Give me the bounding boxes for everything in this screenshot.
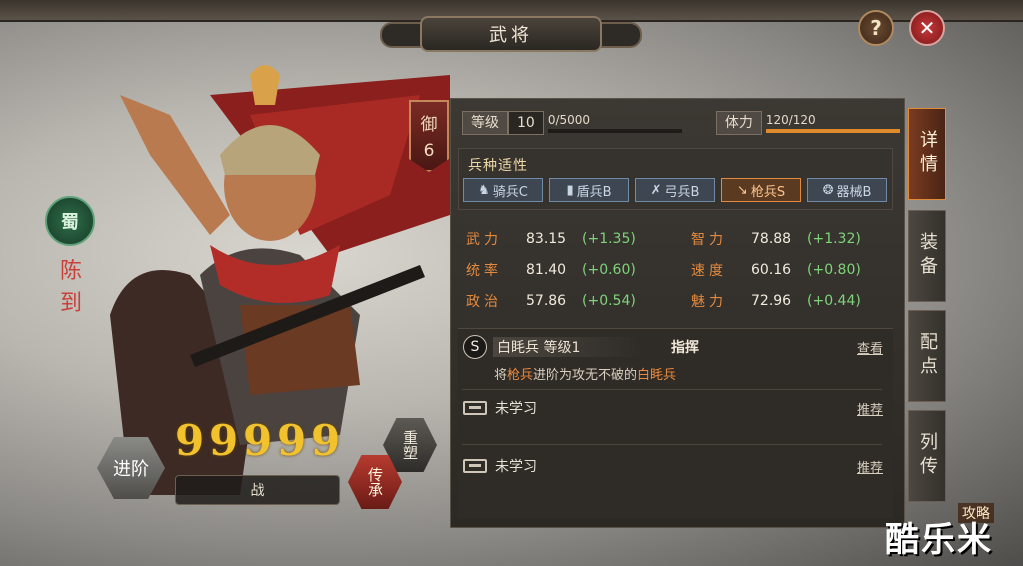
attr-name: 武力 bbox=[466, 232, 502, 248]
skill-slot-1[interactable]: 未学习 推荐 bbox=[463, 396, 883, 420]
title-plate: 武将 bbox=[380, 14, 642, 54]
troop-chip-label: 弓兵B bbox=[664, 184, 700, 200]
level-label: 等级 bbox=[462, 111, 508, 135]
troop-chip-cavalry[interactable]: ♞ 骑兵C bbox=[463, 178, 543, 202]
skill-description: 将枪兵进阶为攻无不破的白眊兵 bbox=[494, 364, 676, 383]
troop-chip-machine[interactable]: ❂ 器械B bbox=[807, 178, 887, 202]
recommend-link[interactable]: 推荐 bbox=[857, 399, 883, 418]
game-screen: 武将 ? ✕ 蜀 陈到 御 6 9 9 9 9 9 进阶 战 重塑 传承 等级 … bbox=[0, 0, 1023, 566]
stamina-label: 体力 bbox=[715, 111, 762, 135]
attr-force: 武力 83.15 (+1.35) bbox=[466, 227, 652, 251]
desc-highlight: 白眊兵 bbox=[637, 368, 677, 383]
watermark: 酷乐米 bbox=[885, 520, 993, 560]
page-title: 武将 bbox=[420, 16, 602, 52]
attr-name: 魅力 bbox=[691, 294, 727, 310]
attr-bonus: (+0.54) bbox=[582, 293, 636, 309]
star-icon: 9 bbox=[311, 416, 341, 465]
empty-slot-icon bbox=[463, 401, 487, 415]
battle-label: 战 bbox=[175, 475, 340, 505]
troop-badge-label: 御 bbox=[420, 115, 438, 135]
troop-chip-bow[interactable]: ✗ 弓兵B bbox=[635, 178, 715, 202]
attr-value: 78.88 bbox=[751, 231, 792, 247]
attr-charm: 魅力 72.96 (+0.44) bbox=[691, 289, 877, 313]
spear-icon: ↘ bbox=[736, 182, 748, 198]
troop-chip-spear[interactable]: ↘ 枪兵S bbox=[721, 178, 801, 202]
desc-text: 进阶为攻无不破的 bbox=[533, 368, 638, 383]
troop-badge: 御 6 bbox=[409, 100, 449, 172]
attr-bonus: (+0.44) bbox=[807, 293, 861, 309]
attr-name: 速度 bbox=[691, 263, 727, 279]
attr-bonus: (+0.80) bbox=[807, 262, 861, 278]
close-button[interactable]: ✕ bbox=[909, 10, 945, 46]
exp-track bbox=[547, 129, 682, 133]
troop-badge-value: 6 bbox=[423, 141, 435, 161]
troop-chip-shield[interactable]: ▮ 盾兵B bbox=[549, 178, 629, 202]
machine-icon: ❂ bbox=[822, 182, 834, 198]
troop-chip-label: 枪兵S bbox=[750, 184, 786, 200]
troop-chip-label: 骑兵C bbox=[492, 184, 528, 200]
attr-bonus: (+1.35) bbox=[582, 231, 636, 247]
divider bbox=[462, 444, 882, 445]
empty-slot-icon bbox=[463, 459, 487, 473]
tab-equipment[interactable]: 装备 bbox=[908, 210, 946, 302]
attr-value: 83.15 bbox=[526, 231, 567, 247]
attr-value: 57.86 bbox=[526, 293, 567, 309]
attr-command: 统率 81.40 (+0.60) bbox=[466, 258, 652, 282]
tab-details[interactable]: 详情 bbox=[908, 108, 946, 200]
attr-name: 政治 bbox=[466, 294, 502, 310]
desc-text: 将 bbox=[494, 368, 508, 383]
level-value: 10 bbox=[508, 111, 544, 135]
exp-text: 0/5000 bbox=[547, 113, 591, 127]
attr-value: 81.40 bbox=[526, 262, 567, 278]
divider bbox=[462, 389, 882, 390]
attr-value: 72.96 bbox=[751, 293, 792, 309]
troop-aptitude-list: ♞ 骑兵C ▮ 盾兵B ✗ 弓兵B ↘ 枪兵S ❂ 器械B bbox=[463, 178, 887, 202]
cavalry-icon: ♞ bbox=[478, 182, 490, 198]
attr-speed: 速度 60.16 (+0.80) bbox=[691, 258, 877, 282]
view-skill-link[interactable]: 查看 bbox=[857, 338, 883, 357]
recommend-link[interactable]: 推荐 bbox=[857, 457, 883, 476]
troop-aptitude-title: 兵种适性 bbox=[468, 158, 528, 174]
faction-emblem: 蜀 bbox=[45, 196, 95, 246]
troop-chip-label: 器械B bbox=[836, 184, 872, 200]
attr-value: 60.16 bbox=[751, 262, 792, 278]
star-rating: 9 9 9 9 9 bbox=[175, 416, 341, 465]
bow-icon: ✗ bbox=[650, 182, 662, 198]
tab-biography[interactable]: 列传 bbox=[908, 410, 946, 502]
slot-label: 未学习 bbox=[495, 401, 537, 417]
shield-icon: ▮ bbox=[566, 182, 574, 198]
skill-grade-badge: S bbox=[463, 335, 487, 359]
attr-name: 智力 bbox=[691, 232, 727, 248]
skill-slot-2[interactable]: 未学习 推荐 bbox=[463, 454, 883, 478]
level-row: 等级 10 0/5000 体力 120/120 bbox=[462, 110, 900, 136]
skill-main: S 白眊兵 等级1 指挥 查看 bbox=[463, 335, 883, 359]
attr-intellect: 智力 78.88 (+1.32) bbox=[691, 227, 877, 251]
star-icon: 9 bbox=[277, 416, 307, 465]
stamina-fill bbox=[765, 129, 900, 133]
star-icon: 9 bbox=[243, 416, 273, 465]
troop-chip-label: 盾兵B bbox=[576, 184, 612, 200]
stamina-text: 120/120 bbox=[765, 113, 816, 127]
slot-label: 未学习 bbox=[495, 459, 537, 475]
skill-name: 白眊兵 等级1 bbox=[493, 337, 643, 357]
skill-type: 指挥 bbox=[671, 340, 699, 356]
star-icon: 9 bbox=[209, 416, 239, 465]
help-button[interactable]: ? bbox=[858, 10, 894, 46]
attr-bonus: (+1.32) bbox=[807, 231, 861, 247]
star-icon: 9 bbox=[175, 416, 205, 465]
attr-politics: 政治 57.86 (+0.54) bbox=[466, 289, 652, 313]
exp-bar: 0/5000 bbox=[547, 112, 682, 134]
stamina-bar: 120/120 bbox=[765, 112, 900, 134]
desc-highlight: 枪兵 bbox=[507, 368, 534, 383]
tab-points[interactable]: 配点 bbox=[908, 310, 946, 402]
attr-bonus: (+0.60) bbox=[582, 262, 636, 278]
hero-name: 陈到 bbox=[59, 259, 82, 316]
attr-name: 统率 bbox=[466, 263, 502, 279]
